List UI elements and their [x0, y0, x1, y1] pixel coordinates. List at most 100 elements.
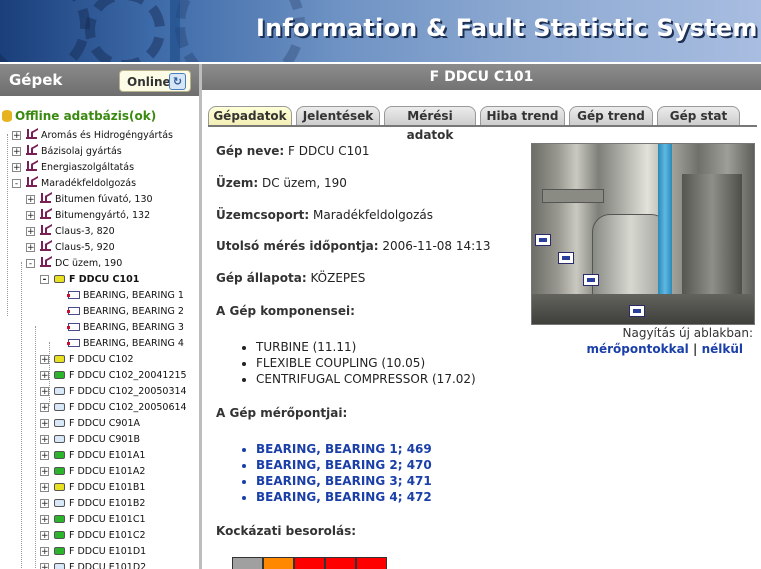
tree-item-content: BEARING, BEARING 4: [67, 336, 184, 352]
tree-toggle-expand-icon[interactable]: +: [26, 243, 35, 253]
tree-item-content: Bitumen fúvató, 130: [40, 192, 153, 208]
tree-item-content: F DDCU E101B2: [54, 496, 145, 512]
measure-point-icon: [67, 323, 80, 331]
tree-item-content: Bázisolaj gyártás: [26, 144, 122, 160]
machine-tree: Offline adatbázis(ok) + Aromás és Hidrogé…: [0, 100, 199, 569]
tab-machine-data[interactable]: Gépadatok: [208, 106, 292, 125]
tree-toggle-expand-icon[interactable]: +: [40, 563, 49, 569]
tree-toggle-expand-icon[interactable]: +: [40, 387, 49, 397]
measure-point-link[interactable]: BEARING, BEARING 3; 471: [256, 473, 432, 489]
tree-item-content: F DDCU C102_20050614: [54, 400, 187, 416]
measure-point-link[interactable]: BEARING, BEARING 4; 472: [256, 489, 432, 505]
tree-toggle-expand-icon[interactable]: +: [40, 435, 49, 445]
tree-toggle-expand-icon[interactable]: +: [40, 355, 49, 365]
tab-machine-stat[interactable]: Gép stat: [657, 106, 740, 125]
tree-toggle-expand-icon[interactable]: +: [40, 467, 49, 477]
tree-toggle-expand-icon[interactable]: +: [40, 515, 49, 525]
field-value: F DDCU C101: [284, 144, 370, 158]
zoom-without-points-link[interactable]: nélkül: [702, 342, 743, 356]
tree-item-label: DC üzem, 190: [55, 258, 123, 269]
tree-item-label: BEARING, BEARING 1: [83, 290, 184, 301]
machine-icon: [54, 403, 65, 411]
photo-detail: [542, 189, 604, 203]
tab-bar: Gépadatok Jelentések Mérési adatok Hiba tre…: [208, 106, 761, 142]
online-button[interactable]: Online ↻: [119, 70, 191, 92]
tree-guide-line: [49, 342, 50, 406]
machine-panel-title: Gépek: [9, 71, 63, 89]
component-item: FLEXIBLE COUPLING (10.05): [256, 355, 476, 371]
tree-toggle-expand-icon[interactable]: +: [12, 147, 21, 157]
tree-item-label: F DDCU C102_20050614: [69, 402, 187, 413]
field-label: Gép neve:: [216, 144, 285, 158]
tree-toggle-collapse-icon[interactable]: -: [26, 259, 35, 269]
tree-item-label: F DDCU C901A: [69, 418, 140, 429]
tree-toggle-collapse-icon[interactable]: -: [12, 179, 21, 189]
field-last-measurement: Utolsó mérés időpontja: 2006-11-08 14:13: [216, 239, 490, 253]
tree-toggle-expand-icon[interactable]: +: [26, 227, 35, 237]
measure-point-link[interactable]: BEARING, BEARING 1; 469: [256, 441, 432, 457]
machine-panel: Gépek Online ↻ Offline adatbázis(ok) + Ar…: [0, 64, 200, 569]
zoom-separator: |: [692, 342, 698, 356]
tree-toggle-expand-icon[interactable]: +: [40, 547, 49, 557]
factory-icon: [26, 128, 37, 139]
measure-point-link[interactable]: BEARING, BEARING 2; 470: [256, 457, 432, 473]
field-value: Maradékfeldolgozás: [309, 208, 434, 222]
field-value: KÖZEPES: [306, 271, 366, 285]
app-title: Information & Fault Statistic System: [256, 14, 758, 42]
components-list: TURBINE (11.11)FLEXIBLE COUPLING (10.05)…: [216, 339, 476, 387]
tree-item-label: F DDCU C101: [69, 274, 140, 285]
photo-detail: [682, 174, 742, 294]
tree-toggle-expand-icon[interactable]: +: [40, 403, 49, 413]
tab-fault-trend[interactable]: Hiba trend: [480, 106, 565, 125]
tree-item-label: Claus-5, 920: [55, 242, 115, 253]
tree-toggle-expand-icon[interactable]: +: [40, 531, 49, 541]
tree-toggle-expand-icon[interactable]: +: [40, 419, 49, 429]
tree-toggle-expand-icon[interactable]: +: [26, 195, 35, 205]
tree-item-content: Bitumengyártó, 132: [40, 208, 150, 224]
tree-item-content: F DDCU C102: [54, 352, 134, 368]
measure-point-marker[interactable]: [629, 305, 645, 317]
tree-toggle-collapse-icon[interactable]: -: [40, 275, 49, 285]
field-label: Üzemcsoport:: [216, 208, 310, 222]
factory-icon: [40, 192, 51, 203]
risk-heading: Kockázati besorolás:: [216, 524, 357, 538]
tree-item-label: Bázisolaj gyártás: [41, 146, 122, 157]
tree-toggle-expand-icon[interactable]: +: [12, 131, 21, 141]
component-item: CENTRIFUGAL COMPRESSOR (17.02): [256, 371, 476, 387]
component-item: TURBINE (11.11): [256, 339, 476, 355]
points-heading: A Gép mérőpontjai:: [216, 406, 348, 420]
machine-title: F DDCU C101: [202, 64, 761, 90]
tree-item-content: DC üzem, 190: [40, 256, 122, 272]
measure-point-marker[interactable]: [535, 234, 551, 246]
field-machine-name: Gép neve: F DDCU C101: [216, 144, 369, 158]
machine-icon: [54, 419, 65, 427]
machine-photo[interactable]: [531, 143, 755, 325]
tree-toggle-expand-icon[interactable]: +: [40, 499, 49, 509]
measure-point-marker[interactable]: [583, 274, 599, 286]
tree-toggle-expand-icon[interactable]: +: [40, 451, 49, 461]
tab-reports[interactable]: Jelentések: [296, 106, 380, 125]
tree-toggle-expand-icon[interactable]: +: [40, 483, 49, 493]
zoom-caption: Nagyítás új ablakban:: [622, 326, 754, 340]
tree-item-label: Claus-3, 820: [55, 226, 115, 237]
tree-item-label: BEARING, BEARING 2: [83, 306, 184, 317]
tree-item-label: F DDCU C901B: [69, 434, 141, 445]
tree-item-content: F DDCU E101B1: [54, 480, 145, 496]
factory-icon: [26, 144, 37, 155]
measure-point-icon: [67, 307, 80, 315]
tab-machine-trend[interactable]: Gép trend: [569, 106, 653, 125]
tree-item-content: BEARING, BEARING 2: [67, 304, 184, 320]
zoom-with-points-link[interactable]: mérőpontokkal: [586, 342, 688, 356]
tree-item-label: BEARING, BEARING 4: [83, 338, 184, 349]
measure-point-icon: [67, 291, 80, 299]
tree-item-content: BEARING, BEARING 3: [67, 320, 184, 336]
header-banner: Information & Fault Statistic System: [0, 0, 761, 62]
tree-toggle-expand-icon[interactable]: +: [26, 211, 35, 221]
measure-point-marker[interactable]: [558, 252, 574, 264]
tree-toggle-expand-icon[interactable]: +: [40, 371, 49, 381]
tab-measurements[interactable]: Mérési adatok: [384, 106, 476, 142]
field-value: 2006-11-08 14:13: [378, 239, 491, 253]
tree-root[interactable]: Offline adatbázis(ok): [2, 109, 156, 123]
tree-toggle-expand-icon[interactable]: +: [12, 163, 21, 173]
tree-item-content: Aromás és Hidrogéngyártás: [26, 128, 173, 144]
